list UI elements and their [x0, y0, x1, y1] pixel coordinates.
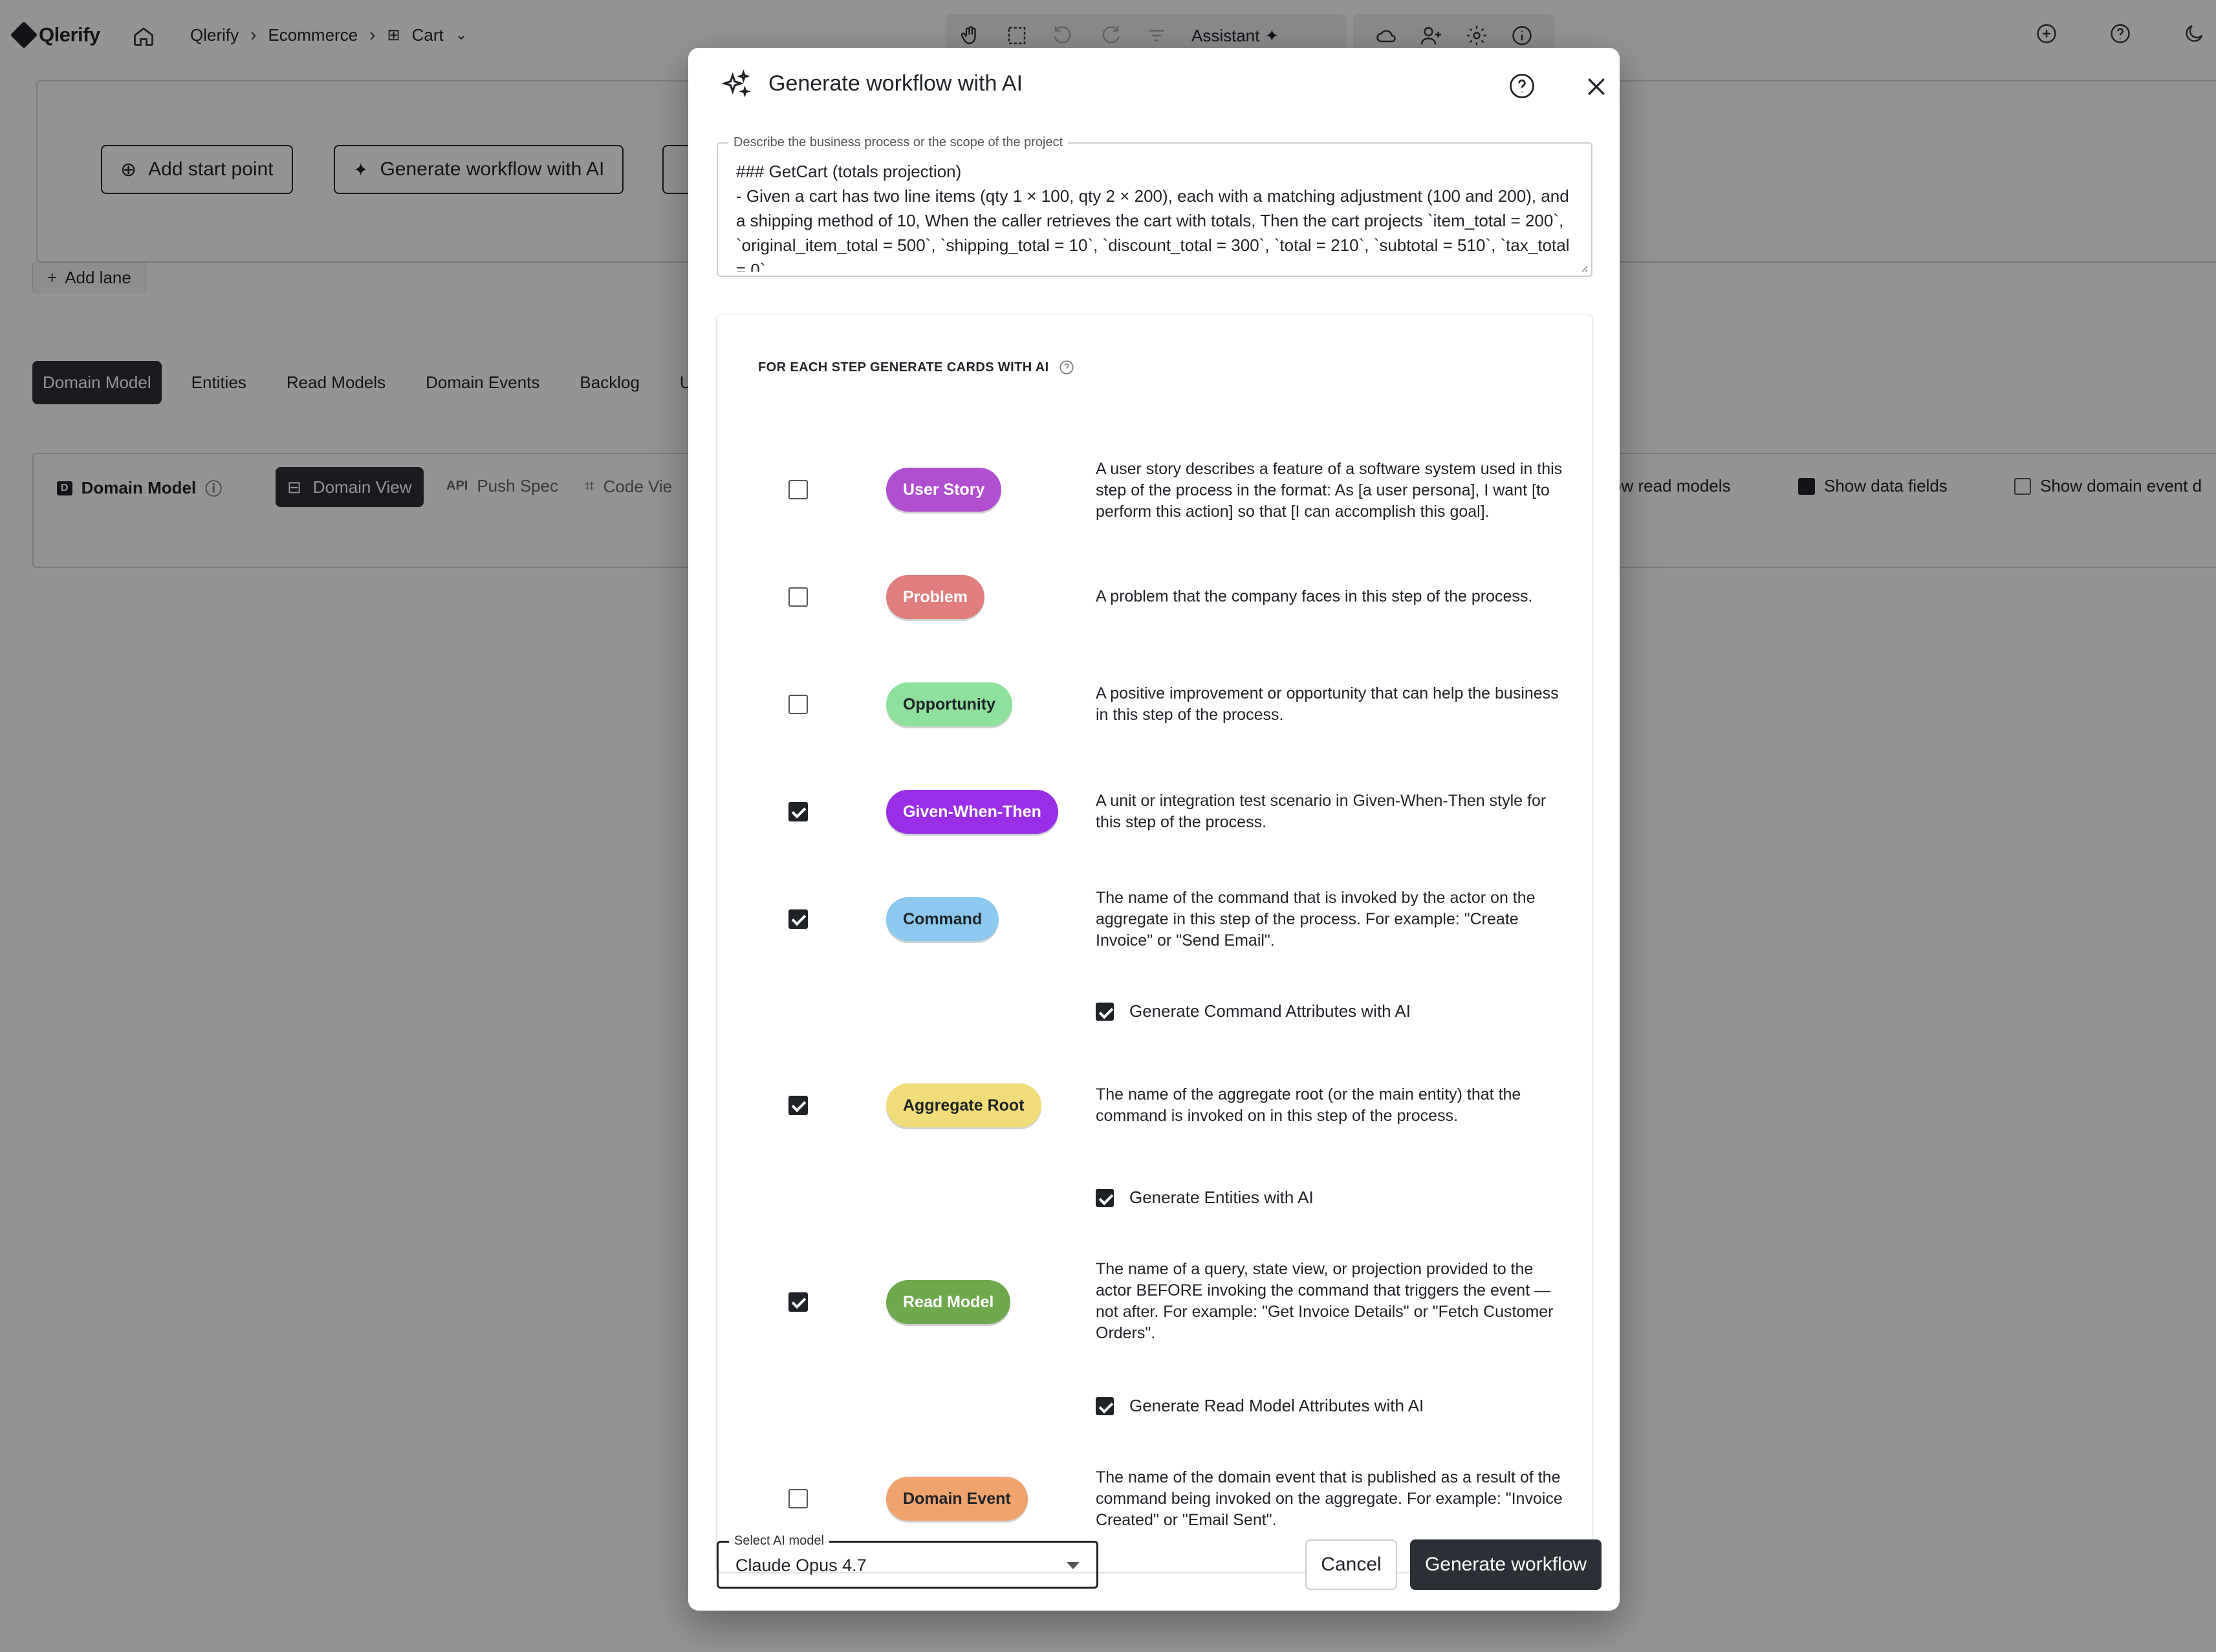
- generate-read-model-attributes-label: Generate Read Model Attributes with AI: [1129, 1396, 1424, 1415]
- problem-pill: Problem: [886, 575, 985, 619]
- business-process-value[interactable]: ### GetCart (totals projection) - Given …: [736, 159, 1577, 272]
- user-story-pill: User Story: [886, 468, 1002, 512]
- problem-description: A problem that the company faces in this…: [1096, 587, 1533, 605]
- sparkle-icon: [721, 69, 751, 98]
- generate-entities-label: Generate Entities with AI: [1129, 1188, 1314, 1207]
- read-model-pill: Read Model: [886, 1280, 1011, 1324]
- resize-grip-icon[interactable]: [1578, 263, 1589, 273]
- generate-cards-heading: FOR EACH STEP GENERATE CARDS WITH AI: [758, 359, 1075, 376]
- given-when-then-description: A unit or integration test scenario in G…: [1096, 792, 1547, 831]
- generate-command-attributes-option[interactable]: Generate Command Attributes with AI: [1096, 1001, 1411, 1021]
- command-checkbox[interactable]: [788, 909, 808, 929]
- read-model-description: The name of a query, state view, or proj…: [1096, 1260, 1554, 1342]
- cancel-button[interactable]: Cancel: [1305, 1539, 1397, 1590]
- generate-read-model-attributes-checkbox[interactable]: [1096, 1397, 1114, 1415]
- aggregate-root-description: The name of the aggregate root (or the m…: [1096, 1085, 1521, 1125]
- opportunity-checkbox[interactable]: [788, 695, 808, 714]
- generate-command-attributes-label: Generate Command Attributes with AI: [1129, 1001, 1411, 1021]
- generate-entities-checkbox[interactable]: [1096, 1188, 1114, 1207]
- caret-down-icon: [1067, 1562, 1080, 1569]
- generate-cards-panel: FOR EACH STEP GENERATE CARDS WITH AI Use…: [717, 314, 1592, 1572]
- generate-cards-heading-text: FOR EACH STEP GENERATE CARDS WITH AI: [758, 360, 1049, 375]
- aggregate-root-pill: Aggregate Root: [886, 1083, 1041, 1127]
- ai-model-select[interactable]: Select AI model Claude Opus 4.7: [717, 1534, 1098, 1589]
- opportunity-description: A positive improvement or opportunity th…: [1096, 684, 1559, 724]
- dialog-title: Generate workflow with AI: [768, 71, 1023, 96]
- generate-entities-option[interactable]: Generate Entities with AI: [1096, 1188, 1314, 1208]
- given-when-then-pill: Given-When-Then: [886, 790, 1058, 834]
- generate-read-model-attributes-option[interactable]: Generate Read Model Attributes with AI: [1096, 1396, 1424, 1416]
- domain-event-description: The name of the domain event that is pub…: [1096, 1468, 1563, 1529]
- dialog-header: Generate workflow with AI: [688, 48, 1620, 125]
- business-process-textarea[interactable]: Describe the business process or the sco…: [717, 135, 1592, 277]
- opportunity-pill: Opportunity: [886, 682, 1013, 726]
- user-story-description: A user story describes a feature of a so…: [1096, 460, 1563, 521]
- domain-event-pill: Domain Event: [886, 1477, 1028, 1521]
- given-when-then-checkbox[interactable]: [788, 802, 808, 821]
- help-icon[interactable]: [1508, 72, 1536, 100]
- generate-workflow-dialog: Generate workflow with AI Describe the b…: [688, 48, 1620, 1611]
- aggregate-root-checkbox[interactable]: [788, 1096, 808, 1115]
- read-model-checkbox[interactable]: [788, 1292, 808, 1312]
- command-description: The name of the command that is invoked …: [1096, 889, 1536, 950]
- domain-event-checkbox[interactable]: [788, 1489, 808, 1508]
- close-icon[interactable]: [1583, 74, 1609, 100]
- help-icon[interactable]: [1058, 359, 1075, 376]
- generate-command-attributes-checkbox[interactable]: [1096, 1002, 1114, 1021]
- ai-model-value: Claude Opus 4.7: [735, 1556, 867, 1575]
- business-process-label: Describe the business process or the sco…: [728, 135, 1069, 150]
- user-story-checkbox[interactable]: [788, 480, 808, 499]
- problem-checkbox[interactable]: [788, 587, 808, 607]
- command-pill: Command: [886, 897, 999, 941]
- ai-model-label: Select AI model: [729, 1534, 829, 1549]
- generate-workflow-button[interactable]: Generate workflow: [1410, 1539, 1602, 1590]
